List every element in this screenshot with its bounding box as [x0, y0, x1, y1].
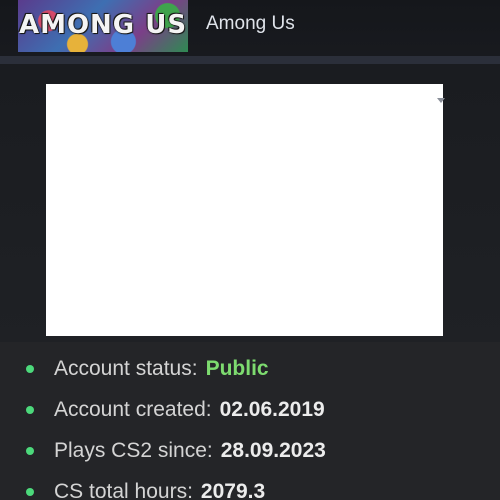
info-item-plays-since: Plays CS2 since: 28.09.2023: [24, 434, 326, 475]
blank-image-placeholder: [46, 84, 443, 336]
account-info-list: Account status: Public Account created: 02…: [24, 352, 326, 500]
bullet-icon: [26, 488, 34, 496]
bullet-icon: [26, 406, 34, 414]
profile-panel: AMONG US Among Us Account status: Public …: [0, 0, 500, 500]
bullet-icon: [26, 447, 34, 455]
game-header[interactable]: AMONG US Among Us: [0, 0, 500, 56]
caret-down-icon: [437, 98, 445, 103]
game-thumbnail[interactable]: AMONG US: [18, 0, 188, 52]
info-item-total-hours: CS total hours: 2079.3: [24, 475, 326, 500]
divider: [0, 56, 500, 64]
info-label: Account created:: [54, 398, 212, 421]
info-label: Plays CS2 since:: [54, 439, 213, 462]
info-value-account-status: Public: [205, 357, 269, 380]
info-label: Account status:: [54, 357, 198, 380]
game-logo: AMONG US: [18, 10, 188, 40]
game-title[interactable]: Among Us: [206, 12, 295, 36]
info-value-total-hours: 2079.3: [200, 480, 266, 500]
info-label: CS total hours:: [54, 480, 193, 500]
info-value-plays-since: 28.09.2023: [220, 439, 326, 462]
info-value-account-created: 02.06.2019: [219, 398, 325, 421]
bullet-icon: [26, 365, 34, 373]
info-item-account-created: Account created: 02.06.2019: [24, 393, 326, 434]
info-item-account-status: Account status: Public: [24, 352, 326, 393]
account-info-section: Account status: Public Account created: 02…: [0, 342, 500, 500]
